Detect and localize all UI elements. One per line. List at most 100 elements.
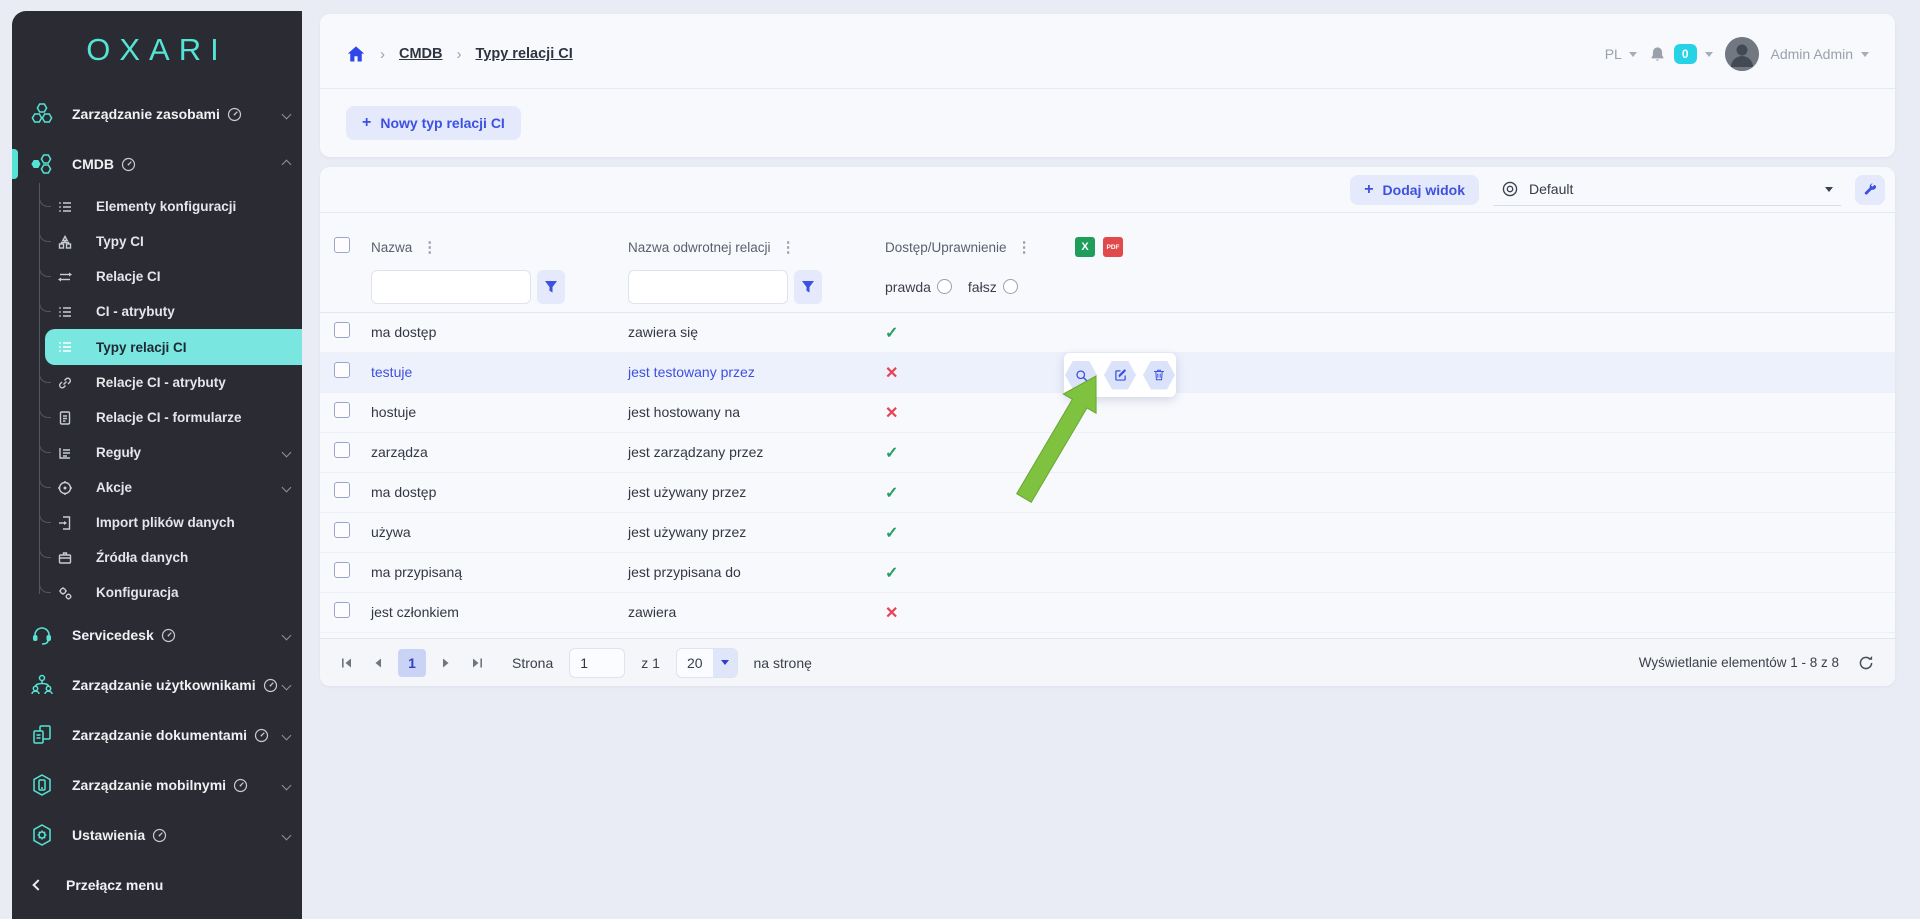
breadcrumb-link-typy-relacji[interactable]: Typy relacji CI [476,46,573,62]
header-card: › CMDB › Typy relacji CI PL 0 Admin Admi… [320,14,1895,157]
new-relation-type-button[interactable]: + Nowy typ relacji CI [346,105,521,140]
sidebar-item-label: Elementy konfiguracji [96,199,237,214]
column-menu-icon[interactable]: ⋮ [422,238,437,256]
sidebar-item-ustawienia[interactable]: Ustawienia [12,810,302,860]
column-settings-button[interactable] [1855,174,1885,205]
sidebar-item-zarzadzanie-zasobami[interactable]: Zarządzanie zasobami [12,89,302,139]
column-menu-icon[interactable]: ⋮ [781,238,796,256]
add-view-button[interactable]: + Dodaj widok [1350,174,1479,205]
row-checkbox[interactable] [334,522,350,538]
row-checkbox[interactable] [334,442,350,458]
chevron-down-icon [1825,186,1833,192]
notifications-button[interactable]: 0 [1649,44,1713,64]
sidebar-item-label: Reguły [96,445,142,460]
view-selector-value: Default [1529,181,1574,197]
filter-input-nazwa[interactable] [371,269,531,304]
column-menu-icon[interactable]: ⋮ [1017,238,1032,256]
column-header-nazwa-odwrotnej: Nazwa odwrotnej relacji [628,239,771,255]
filter-input-odwrotna[interactable] [628,269,788,304]
row-checkbox[interactable] [334,602,350,618]
avatar[interactable] [1724,37,1759,71]
sidebar-item-label: Typy relacji CI [96,339,187,355]
sidebar-item-relacje-ci[interactable]: Relacje CI [12,259,302,294]
sidebar-item-relacje-ci-atrybuty[interactable]: Relacje CI - atrybuty [12,365,302,400]
access-status-icon: ✕ [885,404,899,422]
pagination-bar: 1 Strona z 1 20 na stronę Wyświetlanie e… [320,638,1895,686]
radio-falsz[interactable] [1002,279,1018,294]
last-page-button[interactable] [466,653,488,673]
cell-nazwa-link[interactable]: testuje [371,364,412,380]
column-header-nazwa: Nazwa [371,239,413,255]
cell-nazwa: używa [371,523,411,540]
list-icon [56,199,74,215]
list-icon [56,339,74,355]
page-number-button[interactable]: 1 [398,648,426,677]
cell-odwrotna-link[interactable]: jest testowany przez [628,364,755,380]
page-size-select[interactable]: 20 [675,647,738,678]
sidebar-item-zrodla-danych[interactable]: Źródła danych [12,540,302,575]
sidebar-item-akcje[interactable]: Akcje [12,470,302,505]
home-icon[interactable] [346,44,366,64]
sidebar-item-elementy-konfiguracji[interactable]: Elementy konfiguracji [12,189,302,224]
cell-nazwa: zarządza [371,443,428,460]
sidebar-item-zarzadzanie-dokumentami[interactable]: Zarządzanie dokumentami [12,710,302,760]
edit-button[interactable] [1104,360,1136,390]
cell-odwrotna: jest hostowany na [628,403,741,420]
preview-button[interactable] [1065,360,1097,390]
refresh-button[interactable] [1853,650,1879,676]
sidebar-item-import-plikow[interactable]: Import plików danych [12,505,302,540]
prev-page-button[interactable] [368,653,388,673]
chevron-down-icon [1628,51,1637,57]
sidebar-item-zarzadzanie-uzytkownikami[interactable]: Zarządzanie użytkownikami [12,660,302,710]
items-summary: Wyświetlanie elementów 1 - 8 z 8 [1638,655,1839,670]
next-page-button[interactable] [436,653,456,673]
chevron-down-icon [1861,51,1869,57]
delete-button[interactable] [1143,360,1175,390]
view-selector[interactable]: Default [1493,173,1841,206]
sidebar-item-label: Źródła danych [96,550,189,565]
row-checkbox[interactable] [334,562,350,578]
table-row: ma dostęp zawiera się ✓ [320,313,1895,353]
toggle-menu-button[interactable]: Przełącz menu [12,860,302,910]
chevron-down-icon [281,630,292,640]
first-page-button[interactable] [336,653,358,673]
table-row: zarządza jest zarządzany przez ✓ [320,433,1895,473]
sidebar-item-cmdb[interactable]: CMDB [12,139,302,189]
sidebar-item-typy-ci[interactable]: Typy CI [12,224,302,259]
cell-nazwa: ma przypisaną [371,563,463,580]
document-icon [56,410,74,426]
page-number-input[interactable] [569,647,626,678]
cell-odwrotna: jest przypisana do [628,563,741,580]
headset-icon [27,623,57,647]
row-checkbox[interactable] [334,402,350,418]
access-status-icon: ✓ [885,324,899,342]
language-selector[interactable]: PL [1605,46,1637,62]
sidebar-item-ci-atrybuty[interactable]: CI - atrybuty [12,294,302,329]
row-checkbox[interactable] [334,482,350,498]
cell-nazwa: ma dostęp [371,323,437,340]
export-pdf-icon[interactable]: PDF [1103,237,1123,257]
sidebar-item-typy-relacji-ci[interactable]: Typy relacji CI [45,329,302,365]
filter-funnel-icon[interactable] [537,269,565,304]
filter-funnel-icon[interactable] [794,269,822,304]
gauge-icon [121,157,136,172]
bell-icon [1649,46,1666,63]
table-row: hostuje jest hostowany na ✕ [320,393,1895,433]
sidebar-item-reguly[interactable]: Reguły [12,435,302,470]
wrench-icon [1862,182,1878,198]
row-checkbox[interactable] [334,362,350,378]
sidebar-item-relacje-ci-formularze[interactable]: Relacje CI - formularze [12,400,302,435]
row-checkbox[interactable] [334,322,350,338]
radio-prawda[interactable] [936,279,952,294]
gauge-icon [161,628,176,643]
sidebar-item-servicedesk[interactable]: Servicedesk [12,610,302,660]
breadcrumb-link-cmdb[interactable]: CMDB [399,46,443,62]
per-page-label: na stronę [753,654,812,671]
sidebar-item-konfiguracja[interactable]: Konfiguracja [12,575,302,610]
chevron-down-icon [281,680,292,690]
export-excel-icon[interactable]: X [1075,237,1095,257]
sidebar-item-zarzadzanie-mobilnymi[interactable]: Zarządzanie mobilnymi [12,760,302,810]
user-menu[interactable]: Admin Admin [1771,46,1869,62]
select-all-checkbox[interactable] [334,236,350,253]
hierarchy-icon [56,234,74,250]
